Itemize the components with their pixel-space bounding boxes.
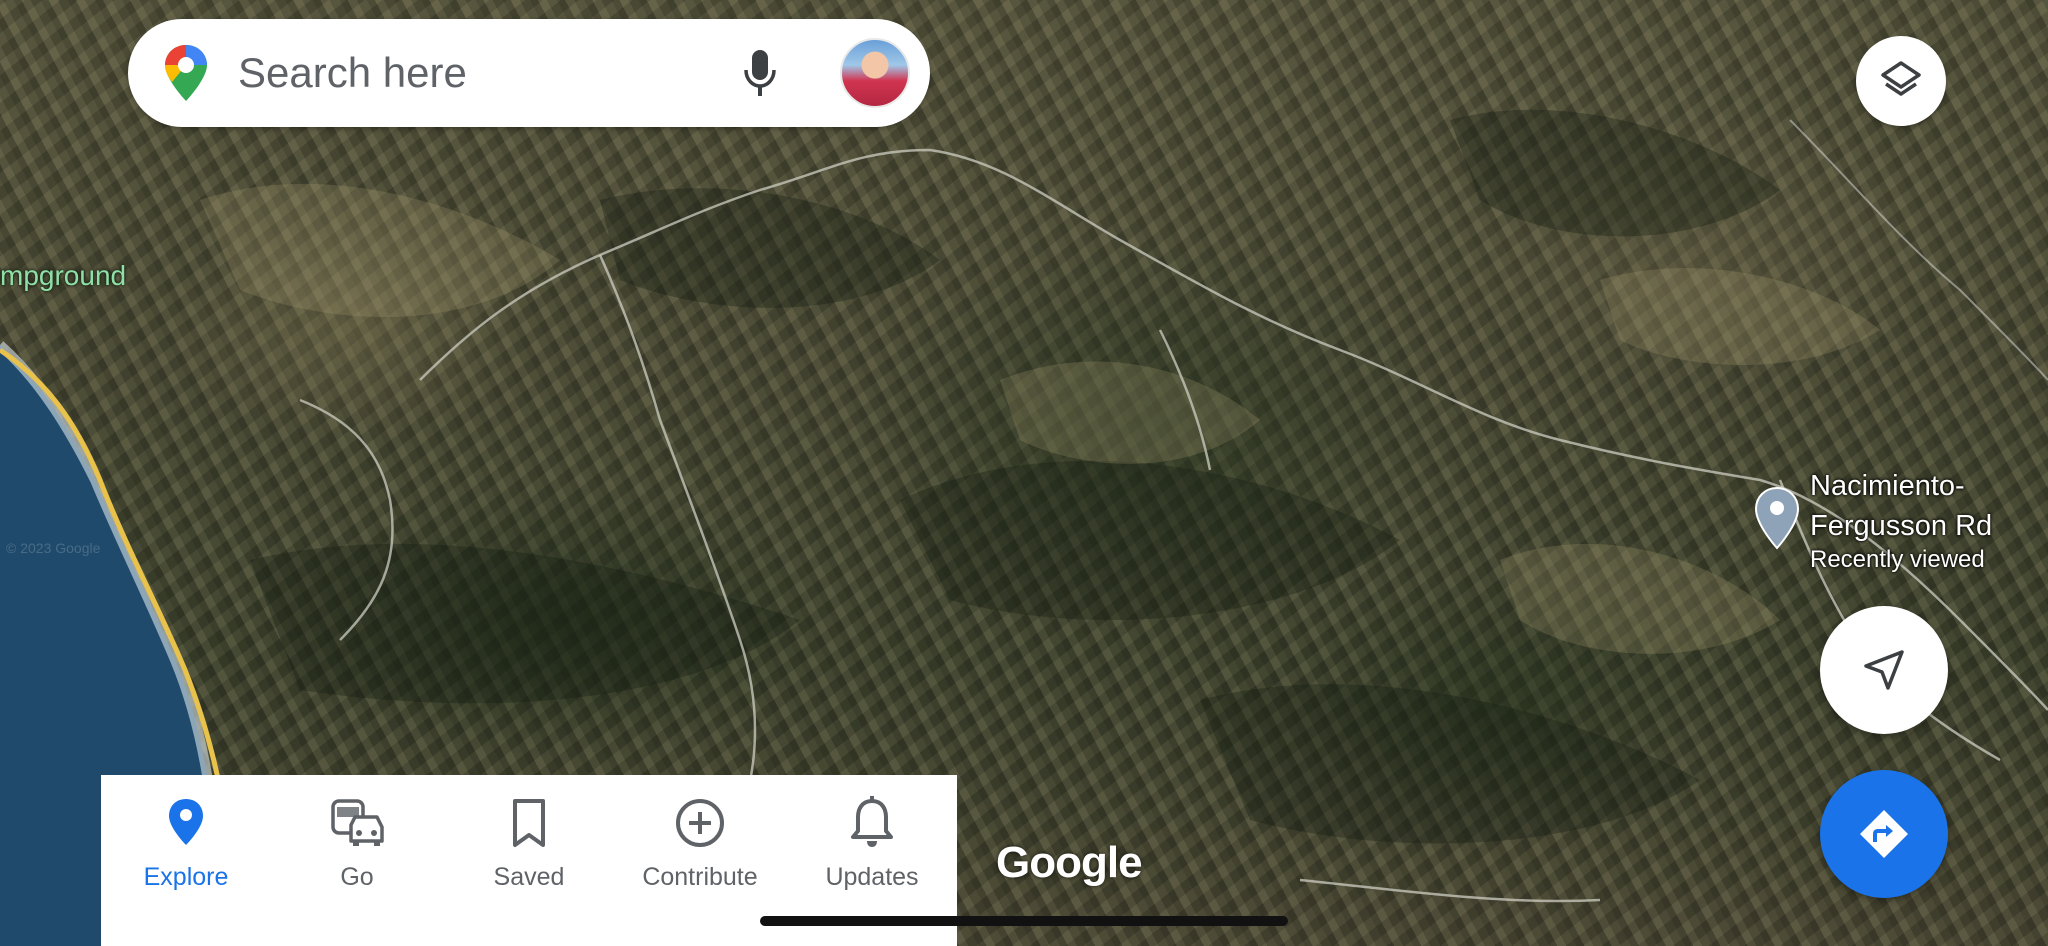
- home-indicator[interactable]: [760, 916, 1288, 926]
- map-copyright: © 2023 Google: [6, 540, 101, 556]
- nav-go[interactable]: Go: [272, 795, 442, 905]
- place-name-line2: Fergusson Rd: [1810, 510, 1993, 542]
- commute-icon: [331, 799, 384, 846]
- navigation-arrow-icon: [1864, 650, 1904, 690]
- add-circle-icon: [676, 799, 724, 847]
- layers-button[interactable]: [1856, 36, 1946, 126]
- nav-explore-label: Explore: [143, 863, 229, 891]
- microphone-icon[interactable]: [742, 48, 778, 98]
- directions-button[interactable]: [1820, 770, 1948, 898]
- nav-go-label: Go: [340, 863, 374, 891]
- nav-contribute-label: Contribute: [642, 863, 758, 891]
- layers-icon: [1881, 61, 1921, 96]
- nav-saved-label: Saved: [493, 863, 565, 891]
- directions-icon: [1860, 810, 1908, 858]
- bell-icon: [851, 796, 893, 847]
- my-location-button[interactable]: [1820, 606, 1948, 734]
- search-bar[interactable]: Search here: [128, 19, 930, 127]
- nav-updates[interactable]: Updates: [787, 795, 957, 905]
- nav-updates-label: Updates: [825, 863, 919, 891]
- place-subtitle: Recently viewed: [1810, 546, 1985, 573]
- campground-label[interactable]: mpground: [0, 260, 126, 292]
- nav-explore[interactable]: Explore: [101, 795, 271, 905]
- google-maps-pin-icon: [165, 45, 207, 101]
- nav-saved[interactable]: Saved: [444, 795, 614, 905]
- nav-contribute[interactable]: Contribute: [615, 795, 785, 905]
- place-name-line1: Nacimiento-: [1810, 470, 1965, 502]
- place-label[interactable]: Nacimiento- Fergusson Rd: [1810, 466, 1992, 546]
- google-logo: Google: [996, 838, 1143, 887]
- explore-pin-icon: [169, 799, 203, 845]
- place-pin-icon[interactable]: [1754, 486, 1800, 550]
- avatar[interactable]: [840, 38, 910, 108]
- bookmark-icon: [513, 799, 545, 847]
- search-input[interactable]: Search here: [238, 49, 467, 97]
